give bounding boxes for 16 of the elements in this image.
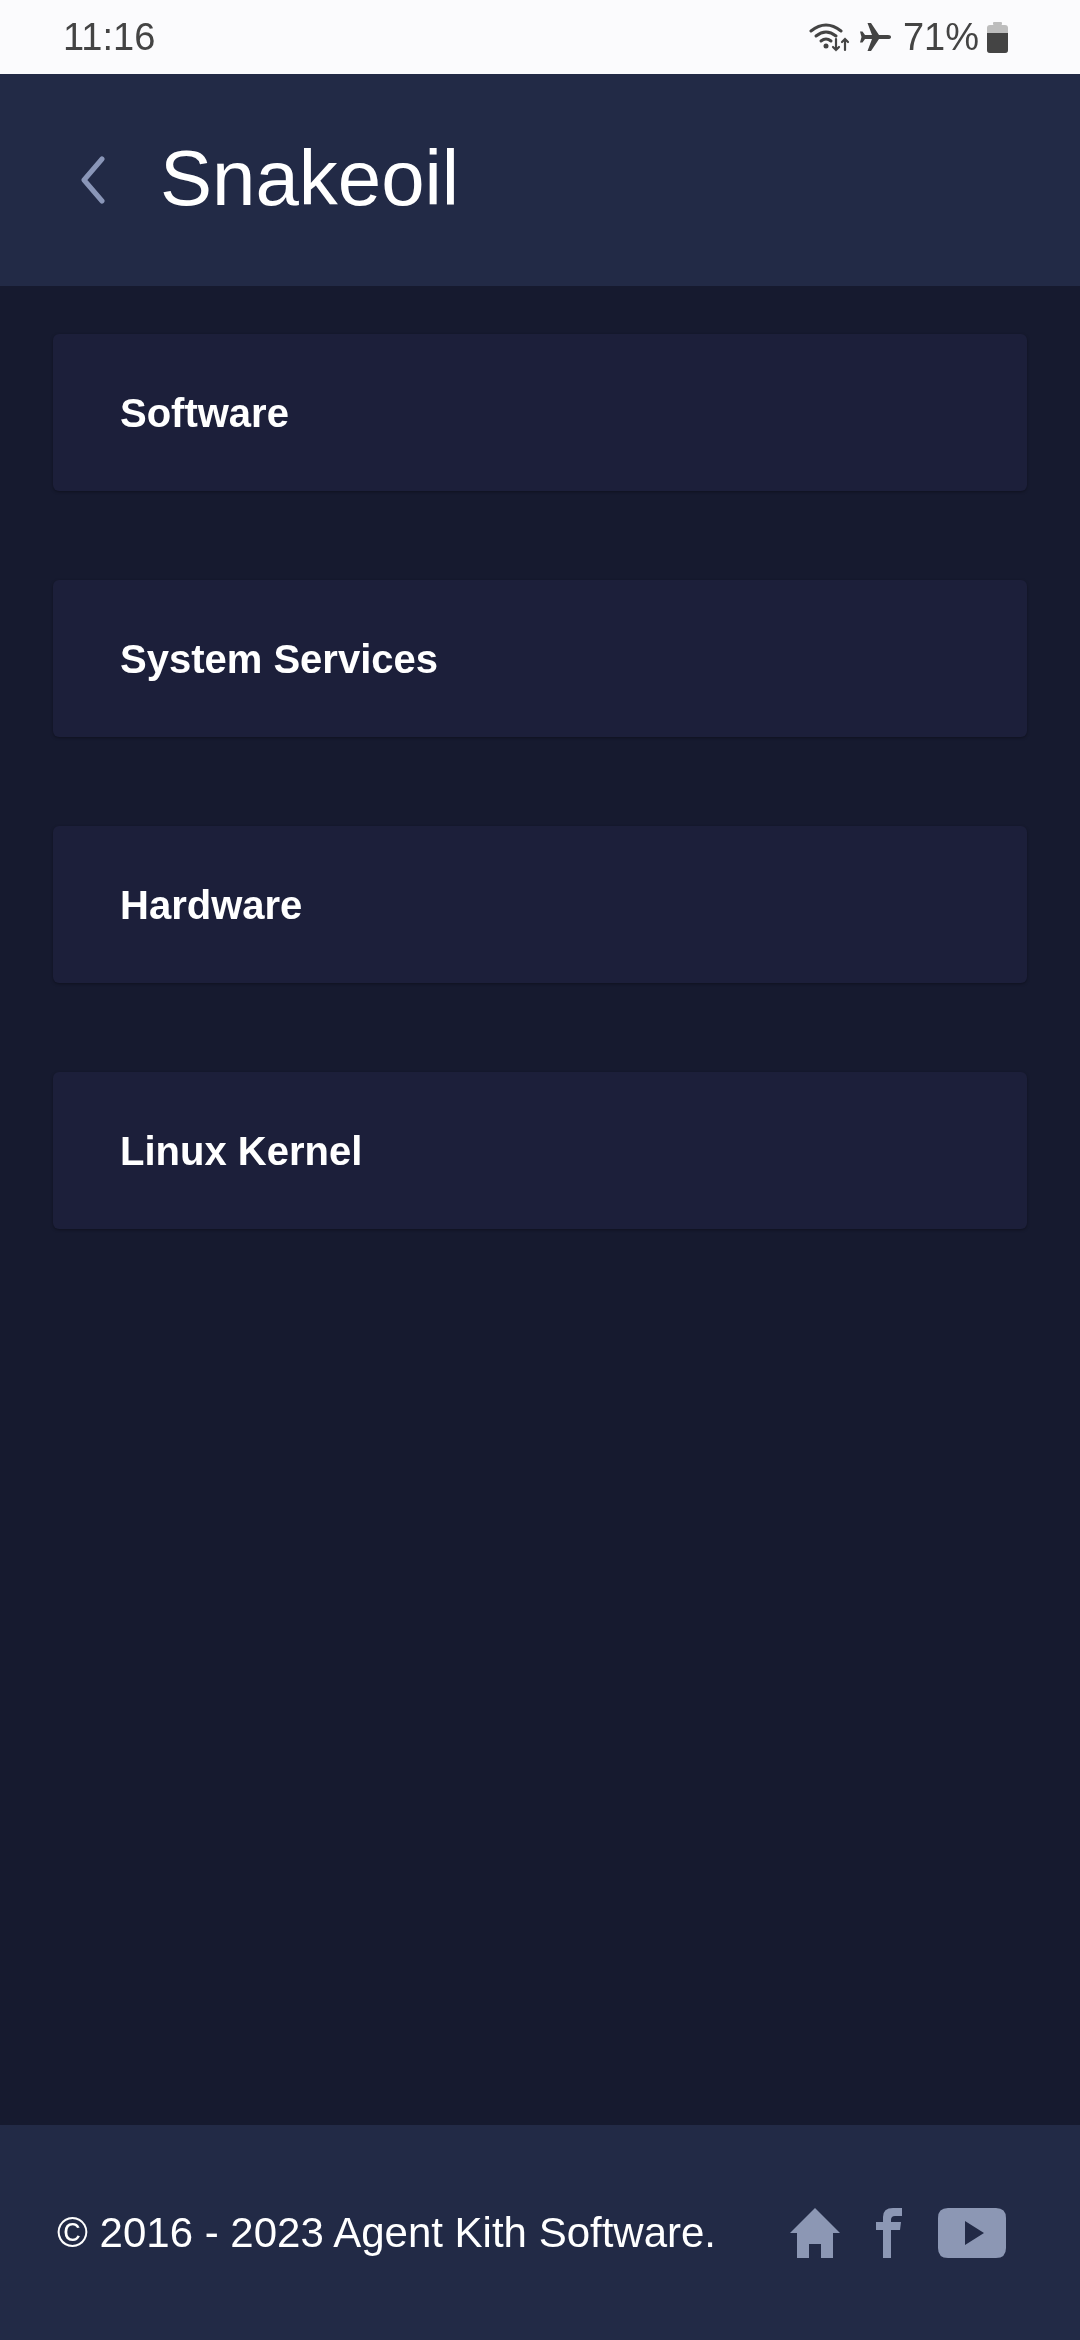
chevron-left-icon bbox=[80, 156, 106, 204]
menu-card[interactable]: System Services bbox=[53, 580, 1027, 737]
video-play-icon[interactable] bbox=[938, 2207, 1006, 2258]
page-title: Snakeoil bbox=[160, 139, 460, 221]
menu-card[interactable]: Linux Kernel bbox=[53, 1072, 1027, 1229]
wifi-icon bbox=[808, 22, 851, 52]
menu-card[interactable]: Software bbox=[53, 334, 1027, 491]
home-icon[interactable] bbox=[790, 2207, 840, 2258]
battery-percent: 71% bbox=[902, 18, 979, 56]
letter-f-icon[interactable] bbox=[876, 2207, 902, 2258]
status-time: 11:16 bbox=[63, 18, 156, 56]
copyright-text: © 2016 - 2023 Agent Kith Software. bbox=[57, 2211, 717, 2254]
airplane-icon bbox=[859, 22, 891, 52]
menu-card[interactable]: Hardware bbox=[53, 826, 1027, 983]
back-button[interactable] bbox=[78, 154, 108, 206]
battery-icon bbox=[987, 21, 1008, 53]
